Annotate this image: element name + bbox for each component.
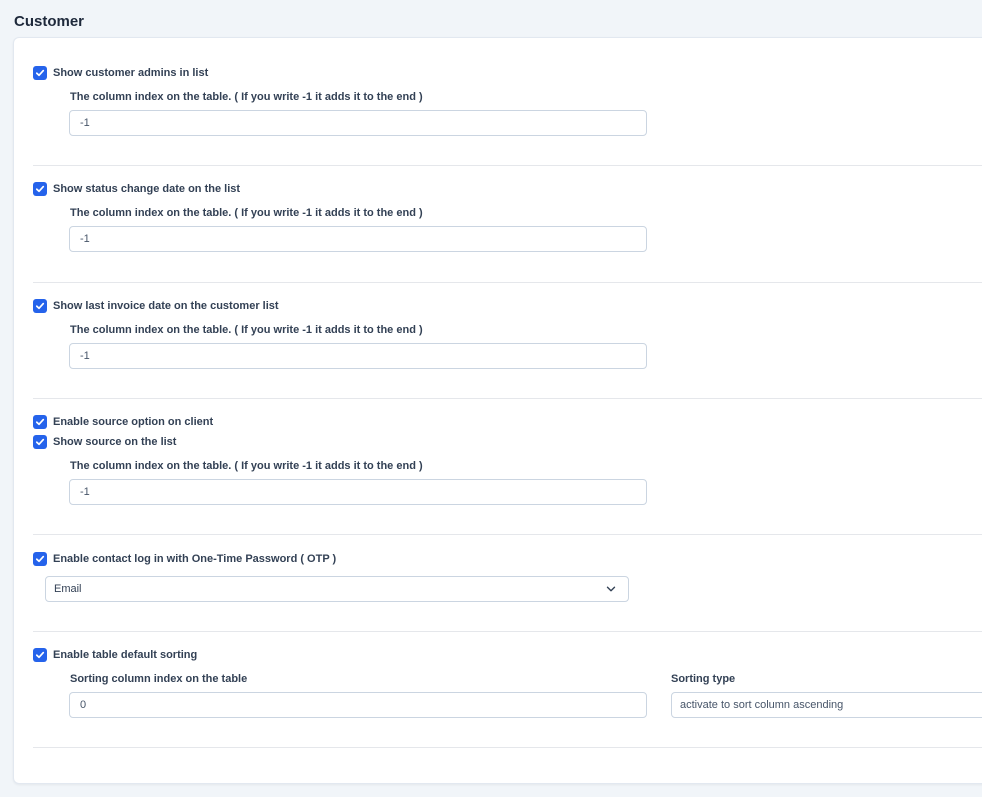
checkmark-icon <box>35 302 45 310</box>
enable-default-sorting-label: Enable table default sorting <box>53 649 198 661</box>
checkmark-icon <box>35 418 45 426</box>
show-last-invoice-date-checkbox[interactable] <box>33 299 47 313</box>
show-customer-admins-row[interactable]: Show customer admins in list <box>33 65 208 81</box>
status-change-column-index-label: The column index on the table. ( If you … <box>70 207 423 219</box>
last-invoice-column-index-label: The column index on the table. ( If you … <box>70 324 423 336</box>
otp-method-value: Email <box>54 583 82 595</box>
show-source-checkbox[interactable] <box>33 435 47 449</box>
show-last-invoice-date-row[interactable]: Show last invoice date on the customer l… <box>33 298 279 314</box>
checkmark-icon <box>35 438 45 446</box>
checkmark-icon <box>35 69 45 77</box>
show-status-change-date-label: Show status change date on the list <box>53 183 241 195</box>
admins-column-index-label: The column index on the table. ( If you … <box>70 91 423 103</box>
enable-default-sorting-row[interactable]: Enable table default sorting <box>33 647 197 663</box>
chevron-down-icon <box>606 586 616 592</box>
section-divider <box>33 534 982 535</box>
enable-source-option-checkbox[interactable] <box>33 415 47 429</box>
show-status-change-date-checkbox[interactable] <box>33 182 47 196</box>
section-divider <box>33 282 982 283</box>
section-divider <box>33 165 982 166</box>
show-last-invoice-date-label: Show last invoice date on the customer l… <box>53 300 279 312</box>
page-title: Customer <box>14 13 85 30</box>
last-invoice-column-index-input[interactable] <box>69 343 647 369</box>
sorting-type-label: Sorting type <box>671 673 736 685</box>
sorting-column-index-input[interactable] <box>69 692 647 718</box>
enable-default-sorting-checkbox[interactable] <box>33 648 47 662</box>
show-source-label: Show source on the list <box>53 436 177 448</box>
enable-otp-login-label: Enable contact log in with One-Time Pass… <box>53 553 337 565</box>
enable-otp-login-row[interactable]: Enable contact log in with One-Time Pass… <box>33 551 336 567</box>
enable-otp-login-checkbox[interactable] <box>33 552 47 566</box>
section-divider <box>33 398 982 399</box>
section-divider <box>33 631 982 632</box>
section-divider <box>33 747 982 748</box>
checkmark-icon <box>35 555 45 563</box>
admins-column-index-input[interactable] <box>69 110 647 136</box>
show-status-change-date-row[interactable]: Show status change date on the list <box>33 181 240 197</box>
enable-source-option-row[interactable]: Enable source option on client <box>33 414 213 430</box>
enable-source-option-label: Enable source option on client <box>53 416 214 428</box>
status-change-column-index-input[interactable] <box>69 226 647 252</box>
otp-method-select[interactable]: Email <box>45 576 629 602</box>
sorting-type-input[interactable] <box>671 692 982 718</box>
checkmark-icon <box>35 651 45 659</box>
source-column-index-input[interactable] <box>69 479 647 505</box>
sorting-column-index-label: Sorting column index on the table <box>70 673 248 685</box>
show-customer-admins-label: Show customer admins in list <box>53 67 209 79</box>
customer-settings-card: Show customer admins in list The column … <box>13 37 982 784</box>
show-customer-admins-checkbox[interactable] <box>33 66 47 80</box>
checkmark-icon <box>35 185 45 193</box>
show-source-row[interactable]: Show source on the list <box>33 434 176 450</box>
source-column-index-label: The column index on the table. ( If you … <box>70 460 423 472</box>
